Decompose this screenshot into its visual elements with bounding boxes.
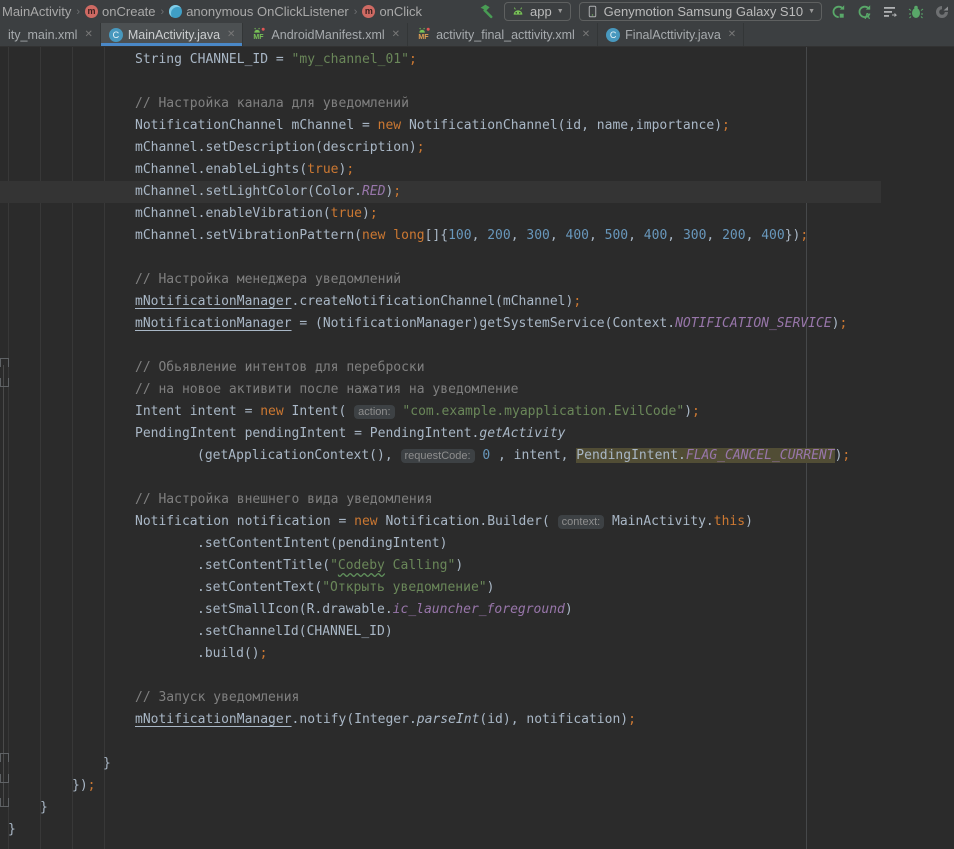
run-configuration-label: app bbox=[530, 4, 552, 19]
close-tab-icon[interactable]: ✕ bbox=[582, 29, 590, 40]
close-tab-icon[interactable]: ✕ bbox=[84, 29, 92, 40]
device-select[interactable]: Genymotion Samsung Galaxy S10 ▼ bbox=[579, 2, 822, 21]
code-line[interactable]: mChannel.setVibrationPattern(new long[]{… bbox=[135, 225, 808, 247]
tab-label: ity_main.xml bbox=[8, 28, 77, 42]
tab-androidmanifest-xml[interactable]: MF AndroidManifest.xml ✕ bbox=[243, 23, 408, 46]
code-line[interactable]: // Настройка канала для уведомлений bbox=[135, 93, 409, 115]
fold-marker[interactable] bbox=[0, 358, 9, 367]
tab-label: MainActivity.java bbox=[128, 28, 220, 42]
method-icon: m bbox=[85, 5, 98, 18]
code-line[interactable]: PendingIntent pendingIntent = PendingInt… bbox=[135, 423, 565, 445]
tab-finalacttivity-java[interactable]: C FinalActtivity.java ✕ bbox=[598, 23, 744, 46]
code-line[interactable]: }); bbox=[72, 775, 95, 797]
code-line[interactable]: // Настройка внешнего вида уведомления bbox=[135, 489, 432, 511]
tab-ity-main-xml[interactable]: ity_main.xml ✕ bbox=[0, 23, 101, 46]
code-line[interactable]: // Запуск уведомления bbox=[135, 687, 299, 709]
apply-code-changes-icon[interactable]: A bbox=[856, 4, 872, 20]
code-line[interactable]: } bbox=[103, 753, 111, 775]
svg-text:MF: MF bbox=[254, 34, 265, 41]
code-line[interactable]: mChannel.enableLights(true); bbox=[135, 159, 354, 181]
breadcrumb-label: onCreate bbox=[102, 4, 155, 19]
breadcrumb-item[interactable]: MainActivity bbox=[2, 4, 71, 19]
breadcrumb-item[interactable]: m onClick bbox=[362, 4, 422, 19]
code-line[interactable]: mChannel.enableVibration(true); bbox=[135, 203, 378, 225]
breadcrumb-label: onClick bbox=[379, 4, 422, 19]
android-icon bbox=[511, 5, 525, 19]
breadcrumb-separator: › bbox=[75, 6, 81, 18]
code-line[interactable]: mNotificationManager.createNotificationC… bbox=[135, 291, 581, 313]
indent-guide bbox=[40, 47, 41, 849]
code-line[interactable]: .setContentIntent(pendingIntent) bbox=[197, 533, 447, 555]
close-tab-icon[interactable]: ✕ bbox=[728, 29, 736, 40]
chevron-down-icon: ▼ bbox=[557, 8, 564, 15]
tab-label: activity_final_acttivity.xml bbox=[436, 28, 575, 42]
current-line-highlight bbox=[0, 181, 881, 203]
breadcrumb-separator: › bbox=[160, 6, 166, 18]
code-line[interactable]: } bbox=[8, 819, 16, 841]
code-line[interactable]: mChannel.setLightColor(Color.RED); bbox=[135, 181, 401, 203]
device-phone-icon bbox=[586, 4, 599, 19]
fold-guide-line bbox=[3, 365, 4, 807]
fold-marker[interactable] bbox=[0, 798, 9, 807]
chevron-down-icon: ▼ bbox=[808, 8, 815, 15]
tab-mainactivity-java[interactable]: C MainActivity.java ✕ bbox=[101, 23, 244, 46]
code-editor[interactable]: String CHANNEL_ID = "my_channel_01"; // Н… bbox=[0, 47, 954, 849]
svg-text:MF: MF bbox=[418, 34, 429, 41]
debug-icon[interactable] bbox=[908, 4, 924, 20]
tab-label: FinalActtivity.java bbox=[625, 28, 721, 42]
breadcrumb: MainActivity›monCreate›anonymous OnClick… bbox=[2, 4, 422, 19]
class-file-icon: C bbox=[606, 28, 620, 42]
profile-icon[interactable] bbox=[882, 4, 898, 20]
code-line[interactable]: } bbox=[40, 797, 48, 819]
code-line[interactable]: // на новое активити после нажатия на ув… bbox=[135, 379, 519, 401]
tab-activity-final-acttivity-xml[interactable]: MF activity_final_acttivity.xml ✕ bbox=[408, 23, 598, 46]
code-line[interactable]: .setSmallIcon(R.drawable.ic_launcher_for… bbox=[197, 599, 573, 621]
fold-marker[interactable] bbox=[0, 753, 9, 762]
code-line[interactable]: mNotificationManager = (NotificationMana… bbox=[135, 313, 847, 335]
device-label: Genymotion Samsung Galaxy S10 bbox=[604, 4, 803, 19]
breadcrumb-item[interactable]: m onCreate bbox=[85, 4, 155, 19]
apply-changes-icon[interactable] bbox=[830, 4, 846, 20]
editor-tab-bar: ity_main.xml ✕ C MainActivity.java ✕ MF Andro… bbox=[0, 23, 954, 47]
breadcrumb-label: MainActivity bbox=[2, 4, 71, 19]
breadcrumb-label: anonymous OnClickListener bbox=[186, 4, 349, 19]
code-line[interactable]: // Настройка менеджера уведомлений bbox=[135, 269, 401, 291]
profiler-icon[interactable] bbox=[934, 4, 950, 20]
tab-label: AndroidManifest.xml bbox=[271, 28, 384, 42]
code-line[interactable]: .setContentTitle("Codeby Calling") bbox=[197, 555, 463, 577]
code-line[interactable]: Intent intent = new Intent( action: "com… bbox=[135, 401, 700, 423]
fold-marker[interactable] bbox=[0, 378, 9, 387]
class-file-icon: C bbox=[109, 28, 123, 42]
code-line[interactable]: .build(); bbox=[197, 643, 267, 665]
svg-text:A: A bbox=[864, 12, 870, 20]
build-hammer-icon[interactable] bbox=[479, 3, 496, 20]
code-line[interactable]: .setContentText("Открыть уведомление") bbox=[197, 577, 494, 599]
anonymous-class-icon bbox=[169, 5, 182, 18]
code-line[interactable]: Notification notification = new Notifica… bbox=[135, 511, 753, 533]
code-line[interactable]: (getApplicationContext(), requestCode: 0… bbox=[197, 445, 850, 467]
main-toolbar: MainActivity›monCreate›anonymous OnClick… bbox=[0, 0, 954, 23]
code-line[interactable]: // Обьявление интентов для переброски bbox=[135, 357, 425, 379]
breadcrumb-separator: › bbox=[353, 6, 359, 18]
indent-guide bbox=[104, 47, 105, 849]
layout-xml-file-icon: MF bbox=[416, 26, 431, 44]
method-icon: m bbox=[362, 5, 375, 18]
code-line[interactable]: mNotificationManager.notify(Integer.pars… bbox=[135, 709, 636, 731]
breadcrumb-item[interactable]: anonymous OnClickListener bbox=[169, 4, 349, 19]
run-configuration-select[interactable]: app ▼ bbox=[504, 2, 571, 21]
indent-guide bbox=[8, 47, 9, 849]
close-tab-icon[interactable]: ✕ bbox=[392, 29, 400, 40]
code-line[interactable]: NotificationChannel mChannel = new Notif… bbox=[135, 115, 730, 137]
indent-guide bbox=[72, 47, 73, 849]
code-line[interactable]: .setChannelId(CHANNEL_ID) bbox=[197, 621, 393, 643]
code-line[interactable]: mChannel.setDescription(description); bbox=[135, 137, 425, 159]
fold-marker[interactable] bbox=[0, 774, 9, 783]
manifest-file-icon: MF bbox=[251, 26, 266, 44]
close-tab-icon[interactable]: ✕ bbox=[227, 29, 235, 40]
code-line[interactable]: String CHANNEL_ID = "my_channel_01"; bbox=[135, 49, 417, 71]
